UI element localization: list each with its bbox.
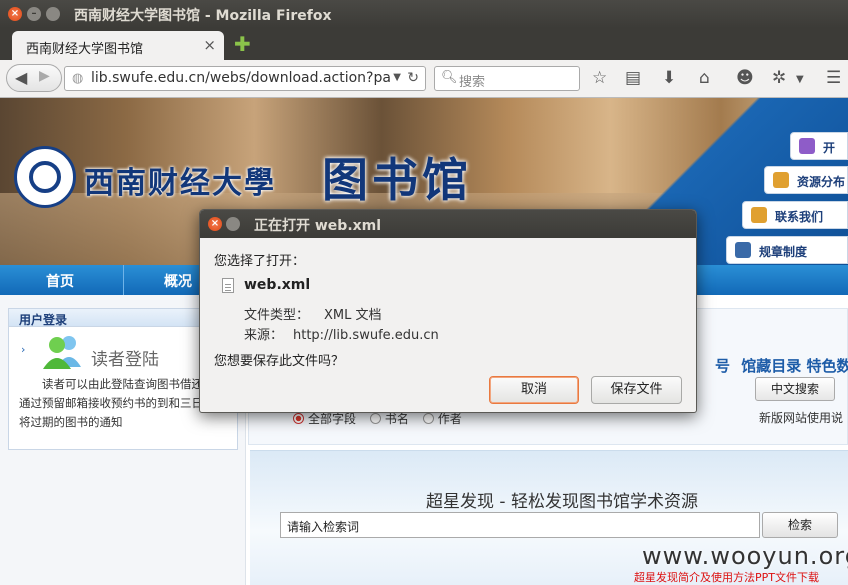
extension-icon[interactable]: ✲ (772, 68, 786, 88)
side-button-contact[interactable]: 联系我们 (742, 201, 848, 229)
radio-all-fields[interactable] (293, 413, 304, 424)
bullet-arrow-icon: › (21, 343, 26, 356)
dialog-question: 您想要保存此文件吗？ (214, 354, 345, 369)
cancel-button[interactable]: 取消 (489, 376, 579, 404)
university-logo[interactable] (14, 146, 76, 208)
search-tab-catalog[interactable]: 馆藏目录 特色数 (741, 357, 848, 375)
side-button-resources[interactable]: 资源分布 (764, 166, 848, 194)
chinese-search-button[interactable]: 中文搜索 (755, 377, 835, 401)
tab-close-icon[interactable]: × (203, 36, 216, 54)
file-type-row: 文件类型： XML 文档 (244, 304, 382, 323)
bookmark-star-icon[interactable]: ☆ (592, 68, 607, 88)
window-maximize-button[interactable] (46, 7, 60, 21)
radio-title-label: 书名 (384, 412, 409, 426)
dialog-chose-label: 您选择了打开： (214, 254, 306, 269)
menu-item-overview[interactable]: 概况 (164, 271, 192, 291)
mail-icon (751, 207, 767, 223)
file-source-label: 来源： (244, 328, 284, 343)
file-type-label: 文件类型： (244, 308, 310, 323)
file-document-icon (222, 278, 234, 293)
users-avatar-icon (43, 336, 81, 369)
dialog-titlebar: × 正在打开 web.xml (200, 210, 696, 238)
search-icon: 🔍︎ (441, 70, 458, 85)
url-history-dropdown-icon[interactable]: ▼ (393, 72, 401, 83)
menu-separator (123, 265, 124, 295)
reading-list-icon[interactable]: ▤ (625, 68, 641, 88)
search-bar[interactable]: 🔍︎ 搜索 (434, 66, 580, 91)
file-source-value: http://lib.swufe.edu.cn (293, 328, 439, 343)
home-icon[interactable]: ⌂ (699, 68, 710, 88)
logo-inner-ring (29, 161, 61, 193)
open-file-dialog: × 正在打开 web.xml 您选择了打开： web.xml 文件类型： XML … (199, 209, 697, 413)
radio-all-fields-label: 全部字段 (308, 412, 357, 426)
window-title: 西南财经大学图书馆 - Mozilla Firefox (74, 8, 332, 24)
university-name: 西南财经大學 (84, 166, 276, 201)
reader-login-link[interactable]: 读者登陆 (91, 345, 159, 370)
chaoxing-title: 超星发现 - 轻松发现图书馆学术资源 (426, 492, 698, 512)
window-titlebar: × – 西南财经大学图书馆 - Mozilla Firefox (0, 0, 848, 28)
browser-tab[interactable]: 西南财经大学图书馆 × (12, 31, 224, 60)
window-minimize-button[interactable]: – (27, 7, 41, 21)
globe-icon: ◍ (72, 71, 84, 86)
back-arrow-icon[interactable]: ◀ (15, 68, 27, 87)
radio-title[interactable] (369, 413, 381, 424)
tab-title: 西南财经大学图书馆 (26, 42, 144, 57)
window-close-button[interactable]: × (8, 7, 22, 21)
watermark-site: www.wooyun.org (642, 542, 848, 570)
chaoxing-ppt-download-link[interactable]: 超星发现简介及使用方法PPT文件下载 (634, 569, 819, 585)
tab-bar: 西南财经大学图书馆 × ✚ (0, 28, 848, 60)
reload-icon[interactable]: ↻ (407, 70, 419, 86)
resources-icon (773, 172, 789, 188)
download-icon[interactable]: ⬇ (662, 68, 676, 88)
rules-icon (735, 242, 751, 258)
menu-item-home[interactable]: 首页 (46, 271, 74, 291)
search-tabs[interactable]: 号 馆藏目录 特色数 (715, 355, 848, 376)
side-button-rules[interactable]: 规章制度 (726, 236, 848, 264)
new-tab-icon[interactable]: ✚ (234, 32, 251, 56)
file-type-value: XML 文档 (324, 308, 382, 323)
url-text[interactable]: lib.swufe.edu.cn/webs/download.action?pa… (91, 70, 391, 86)
menu-hamburger-icon[interactable]: ☰ (826, 68, 841, 88)
dialog-close-button[interactable]: × (208, 217, 222, 231)
search-tab-partial[interactable]: 号 (715, 357, 730, 375)
side-button-open[interactable]: 开 (790, 132, 848, 160)
radio-author-label: 作者 (437, 412, 462, 426)
dialog-title: 正在打开 web.xml (254, 218, 382, 234)
radio-author[interactable] (422, 413, 434, 424)
back-forward-buttons: ◀ ▶ (6, 64, 62, 92)
save-file-button[interactable]: 保存文件 (591, 376, 682, 404)
library-name: 图书馆 (322, 153, 472, 207)
social-smiley-icon[interactable]: ☻ (736, 68, 754, 88)
url-bar[interactable]: ◍ lib.swufe.edu.cn/webs/download.action?… (64, 66, 426, 91)
book-icon (799, 138, 815, 154)
forward-arrow-icon[interactable]: ▶ (39, 68, 50, 84)
new-site-guide-link[interactable]: 新版网站使用说 (759, 409, 843, 426)
dialog-minimize-button[interactable] (226, 217, 240, 231)
file-source-row: 来源： http://lib.swufe.edu.cn (244, 324, 439, 343)
chaoxing-search-input[interactable]: 请输入检索词 (280, 512, 760, 538)
navigation-toolbar: ◀ ▶ ◍ lib.swufe.edu.cn/webs/download.act… (0, 60, 848, 98)
dialog-filename: web.xml (244, 277, 311, 293)
search-placeholder: 搜索 (459, 75, 486, 90)
extension-dropdown-icon[interactable]: ▼ (796, 74, 804, 85)
chaoxing-search-button[interactable]: 检索 (762, 512, 838, 538)
